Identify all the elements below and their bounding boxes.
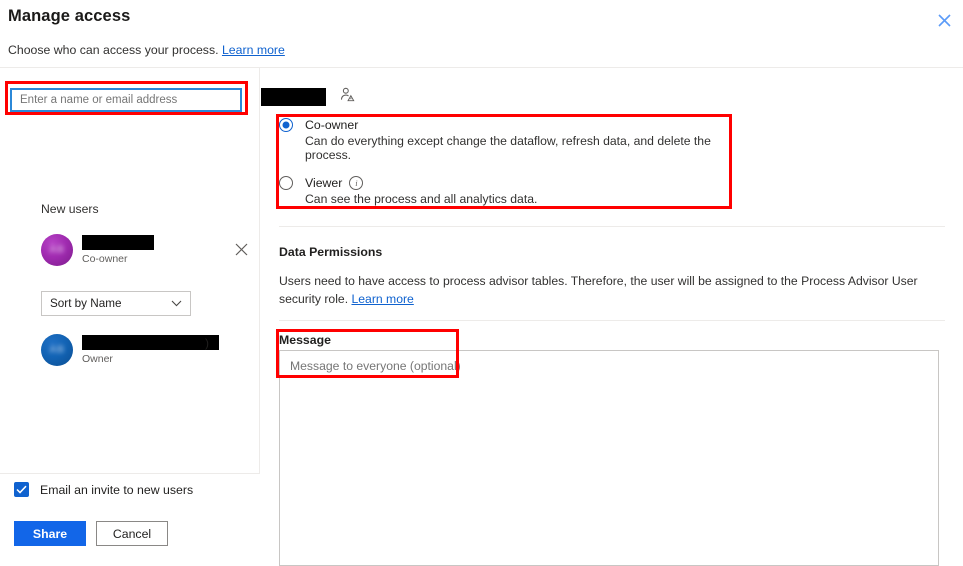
dialog-actions: Share Cancel: [14, 521, 168, 546]
permission-option-co-owner[interactable]: Co-owner Can do everything except change…: [279, 118, 747, 162]
avatar: AB: [41, 234, 73, 266]
header-learn-more-link[interactable]: Learn more: [222, 43, 285, 57]
permissions-radio-group: Co-owner Can do everything except change…: [279, 118, 747, 206]
avatar-initials: AB: [49, 344, 65, 356]
selected-user-header: [261, 87, 355, 107]
redacted-name-trailing-char: ): [205, 336, 209, 350]
permission-label: Viewer: [305, 176, 343, 190]
page-subtitle: Choose who can access your process. Lear…: [8, 43, 285, 57]
right-panel: Co-owner Can do everything except change…: [261, 68, 963, 566]
search-input[interactable]: [10, 88, 242, 112]
info-icon[interactable]: i: [349, 176, 364, 190]
data-permissions-title: Data Permissions: [279, 245, 383, 259]
radio-button-unselected[interactable]: [279, 176, 293, 190]
permission-option-viewer[interactable]: Viewer i Can see the process and all ana…: [279, 176, 747, 206]
chevron-down-icon: [171, 299, 182, 309]
user-role: Co-owner: [82, 253, 128, 265]
redacted-user-name: [82, 235, 154, 250]
email-invite-checkbox-row[interactable]: Email an invite to new users: [14, 482, 193, 497]
message-textarea[interactable]: [279, 350, 939, 566]
redacted-target-name: [261, 88, 326, 106]
user-role: Owner: [82, 353, 113, 365]
left-panel: New users AB Co-owner Sort by Name: [0, 68, 260, 474]
close-icon[interactable]: [931, 7, 957, 33]
new-users-label: New users: [41, 202, 99, 216]
permission-description: Can see the process and all analytics da…: [305, 192, 538, 206]
manage-access-dialog: Manage access Choose who can access your…: [0, 0, 963, 566]
list-item-new-user[interactable]: AB Co-owner: [41, 234, 154, 266]
person-warning-icon: [340, 87, 355, 107]
avatar-initials: AB: [49, 244, 65, 256]
redacted-user-name: [82, 335, 219, 350]
email-invite-label: Email an invite to new users: [40, 482, 194, 497]
user-meta: Co-owner: [82, 235, 154, 265]
avatar: AB: [41, 334, 73, 366]
permission-label: Co-owner: [305, 118, 359, 132]
user-meta: Owner: [82, 335, 219, 365]
page-title: Manage access: [8, 7, 131, 25]
cancel-button[interactable]: Cancel: [96, 521, 168, 546]
permission-description: Can do everything except change the data…: [305, 134, 711, 162]
search-input-wrapper: [10, 88, 242, 112]
checkbox-checked-icon[interactable]: [14, 482, 29, 497]
data-permissions-learn-more-link[interactable]: Learn more: [351, 292, 413, 306]
data-permissions-body: Users need to have access to process adv…: [279, 272, 945, 308]
section-divider: [279, 320, 945, 321]
sort-dropdown-value: Sort by Name: [50, 297, 122, 310]
footer-divider: [0, 473, 260, 474]
message-label: Message: [279, 333, 331, 347]
radio-button-selected[interactable]: [279, 118, 293, 132]
page-subtitle-text: Choose who can access your process.: [8, 43, 219, 57]
sort-dropdown[interactable]: Sort by Name: [41, 291, 191, 316]
section-divider: [279, 226, 945, 227]
share-button[interactable]: Share: [14, 521, 86, 546]
remove-user-icon[interactable]: [235, 243, 248, 259]
list-item-existing-user[interactable]: AB Owner: [41, 334, 219, 366]
